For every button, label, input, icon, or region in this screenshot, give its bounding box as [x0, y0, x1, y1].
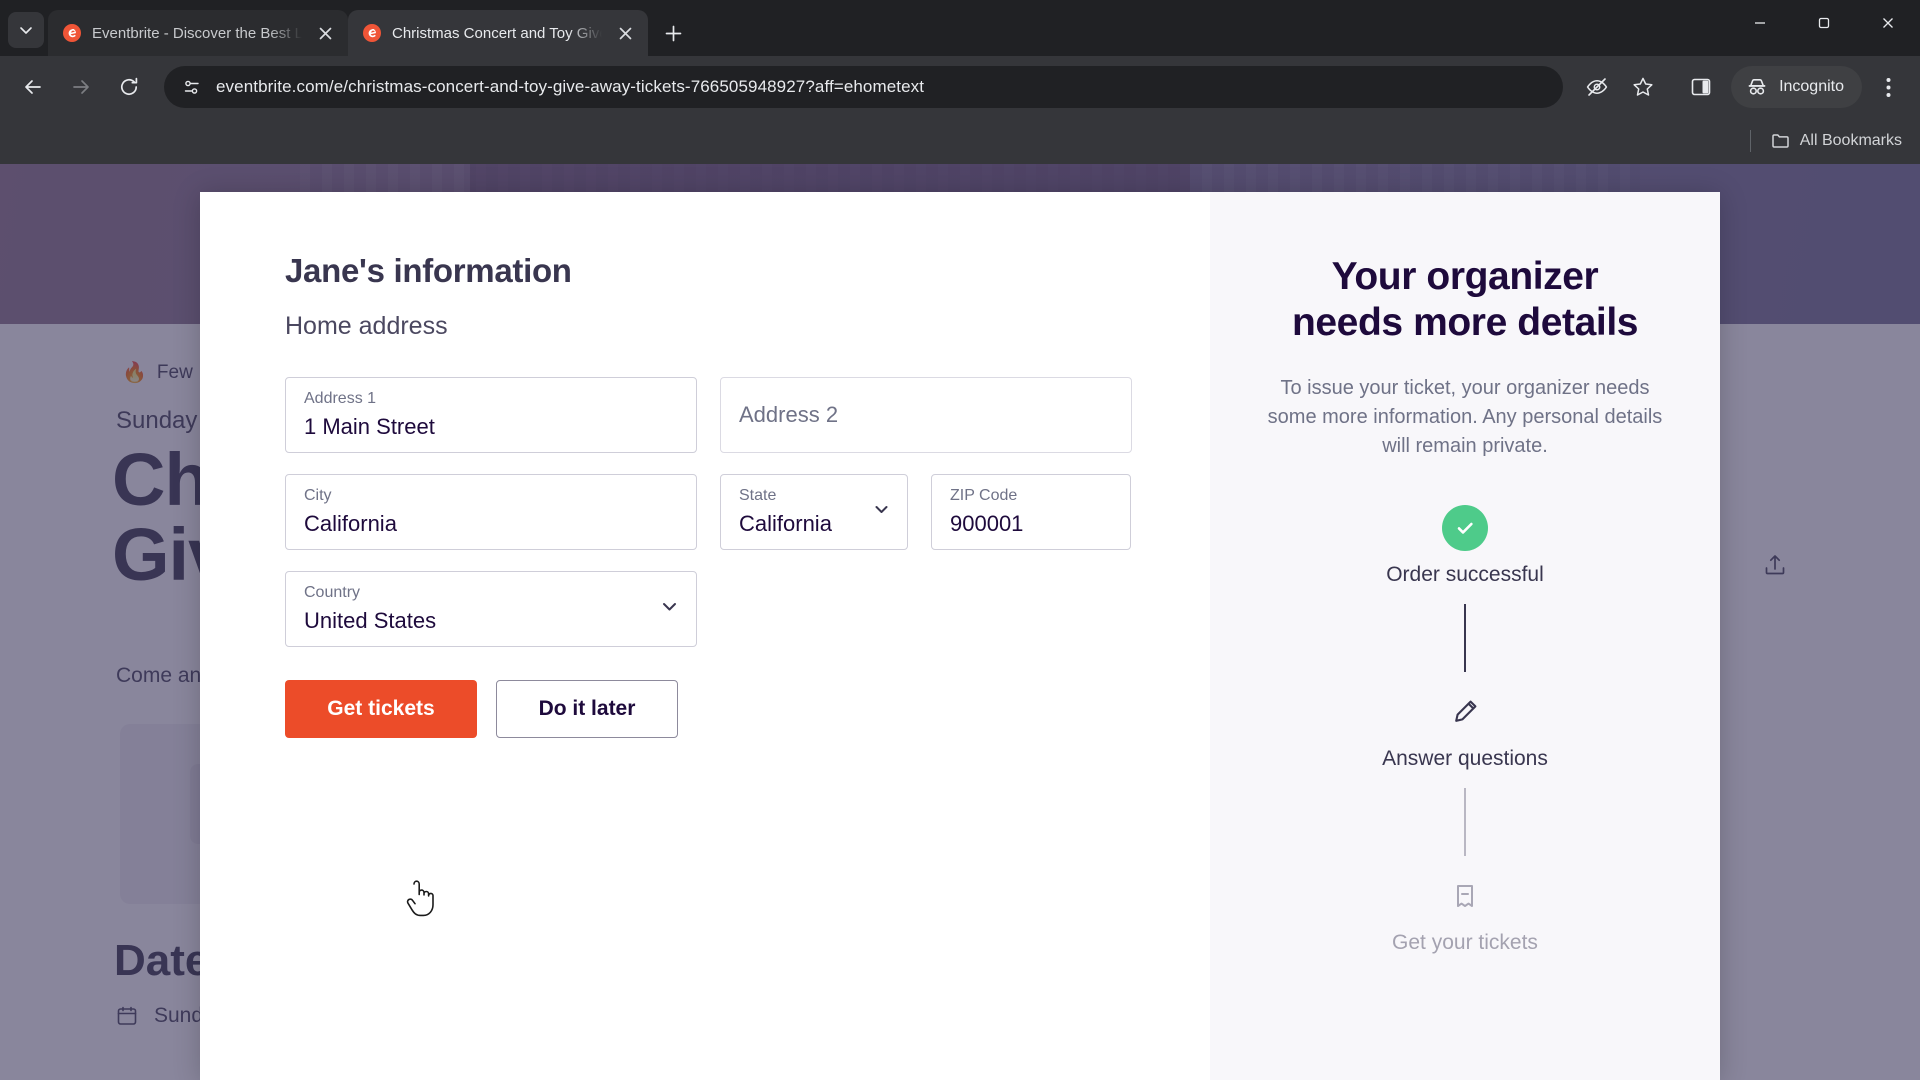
step-label: Get your tickets	[1392, 931, 1538, 955]
address-bar[interactable]: eventbrite.com/e/christmas-concert-and-t…	[164, 66, 1564, 108]
browser-tab-1[interactable]: Eventbrite - Discover the Best L	[48, 10, 348, 56]
window-controls	[1728, 0, 1920, 46]
all-bookmarks-button[interactable]: All Bookmarks	[1771, 131, 1902, 151]
window-close-button[interactable]	[1856, 0, 1920, 46]
chevron-down-icon	[660, 597, 679, 621]
step-label: Answer questions	[1382, 747, 1548, 771]
browser-window: Eventbrite - Discover the Best L Christm…	[0, 0, 1920, 1080]
country-select[interactable]: Country United States	[285, 571, 697, 647]
address2-field[interactable]: Address 2	[720, 377, 1132, 453]
address2-placeholder: Address 2	[739, 402, 839, 427]
panel-description: To issue your ticket, your organizer nee…	[1267, 377, 1663, 458]
forward-button[interactable]	[60, 66, 102, 108]
back-button[interactable]	[12, 66, 54, 108]
zip-field[interactable]: ZIP Code 900001	[931, 474, 1131, 550]
incognito-indicator[interactable]: Incognito	[1731, 66, 1862, 108]
incognito-icon	[1748, 79, 1766, 95]
state-label: State	[739, 487, 777, 504]
check-circle-icon	[1441, 505, 1488, 552]
step-answer-questions: Answer questions	[1382, 689, 1548, 771]
address1-label: Address 1	[304, 390, 377, 407]
step-order-successful: Order successful	[1386, 505, 1544, 587]
pointer-cursor-icon	[406, 880, 434, 917]
additional-information-modal: Jane's information Home address Address …	[200, 192, 1720, 1080]
zip-label: ZIP Code	[950, 487, 1018, 504]
form-row-3: Country United States	[285, 571, 1140, 647]
close-icon[interactable]	[312, 20, 338, 46]
tab-title: Christmas Concert and Toy Give	[392, 24, 602, 42]
reload-button[interactable]	[108, 66, 150, 108]
tracking-protection-button[interactable]	[1577, 67, 1617, 107]
step-connector	[1463, 604, 1466, 673]
panel-title: Your organizer needs more details	[1291, 254, 1639, 346]
mouse-cursor	[404, 880, 438, 925]
maximize-button[interactable]	[1792, 0, 1856, 46]
tab-title: Eventbrite - Discover the Best L	[92, 24, 302, 42]
address1-field[interactable]: Address 1 1 Main Street	[285, 377, 697, 453]
side-panel-button[interactable]	[1681, 67, 1721, 107]
form-actions: Get tickets Do it later	[285, 680, 1140, 738]
progress-stepper: Order successful Answer questions Get yo…	[1382, 505, 1548, 955]
maximize-icon	[1818, 17, 1830, 29]
tab-search-button[interactable]	[8, 12, 44, 48]
state-select[interactable]: State California	[720, 474, 908, 550]
modal-subtitle: Home address	[285, 312, 448, 340]
chrome-menu-button[interactable]	[1868, 67, 1908, 107]
divider	[1749, 130, 1751, 152]
close-icon[interactable]	[612, 20, 638, 46]
all-bookmarks-label: All Bookmarks	[1799, 132, 1902, 149]
zip-value: 900001	[950, 511, 1024, 537]
tab-strip: Eventbrite - Discover the Best L Christm…	[0, 0, 1920, 56]
chevron-down-icon	[20, 27, 32, 34]
address-form: Address 1 1 Main Street Address 2 City C…	[285, 377, 1140, 738]
minimize-icon	[1755, 22, 1765, 24]
page-viewport: 🔥 Few Sunday Ch Giv Come and Date Sunday…	[0, 164, 1920, 1080]
eventbrite-e-icon	[62, 23, 82, 43]
modal-info-panel: Your organizer needs more details To iss…	[1210, 192, 1720, 1080]
chevron-down-icon	[873, 501, 890, 523]
site-settings-icon[interactable]	[178, 74, 204, 100]
get-tickets-button[interactable]: Get tickets	[285, 680, 477, 738]
ticket-icon	[1442, 873, 1488, 919]
step-get-your-tickets: Get your tickets	[1392, 873, 1538, 955]
close-icon	[1883, 18, 1893, 28]
eye-off-icon	[1586, 78, 1608, 96]
step-label: Order successful	[1386, 563, 1544, 587]
sidebar-icon	[1691, 78, 1711, 96]
minimize-button[interactable]	[1728, 0, 1792, 46]
browser-toolbar: eventbrite.com/e/christmas-concert-and-t…	[0, 56, 1920, 118]
browser-tab-2[interactable]: Christmas Concert and Toy Give	[348, 10, 648, 56]
eventbrite-e-icon	[362, 23, 382, 43]
modal-title: Jane's information	[285, 252, 572, 289]
incognito-label: Incognito	[1779, 78, 1844, 95]
form-row-2: City California State California ZIP Cod…	[285, 474, 1140, 550]
country-label: Country	[304, 584, 361, 601]
state-value: California	[739, 511, 832, 537]
pencil-icon	[1442, 689, 1488, 735]
bookmarks-bar: All Bookmarks	[0, 118, 1920, 164]
modal-form-section: Jane's information Home address Address …	[200, 192, 1210, 1080]
folder-icon	[1772, 134, 1789, 148]
new-tab-button[interactable]	[656, 16, 690, 50]
city-value: California	[304, 511, 397, 537]
country-value: United States	[304, 608, 437, 634]
panel-title-line1: Your organizer	[1331, 255, 1599, 298]
address1-value: 1 Main Street	[304, 414, 435, 440]
do-it-later-button[interactable]: Do it later	[496, 680, 678, 738]
arrow-right-icon	[73, 80, 89, 94]
plus-icon	[665, 25, 681, 41]
address-bar-text: eventbrite.com/e/christmas-concert-and-t…	[216, 77, 925, 96]
city-label: City	[304, 487, 332, 504]
city-field[interactable]: City California	[285, 474, 697, 550]
kebab-menu-icon	[1886, 77, 1890, 97]
panel-title-line2: needs more details	[1291, 301, 1639, 345]
bookmark-star-button[interactable]	[1623, 67, 1663, 107]
reload-icon	[120, 77, 138, 96]
form-row-1: Address 1 1 Main Street Address 2	[285, 377, 1140, 453]
star-icon	[1633, 77, 1653, 96]
step-connector	[1463, 788, 1466, 857]
arrow-left-icon	[25, 80, 41, 94]
